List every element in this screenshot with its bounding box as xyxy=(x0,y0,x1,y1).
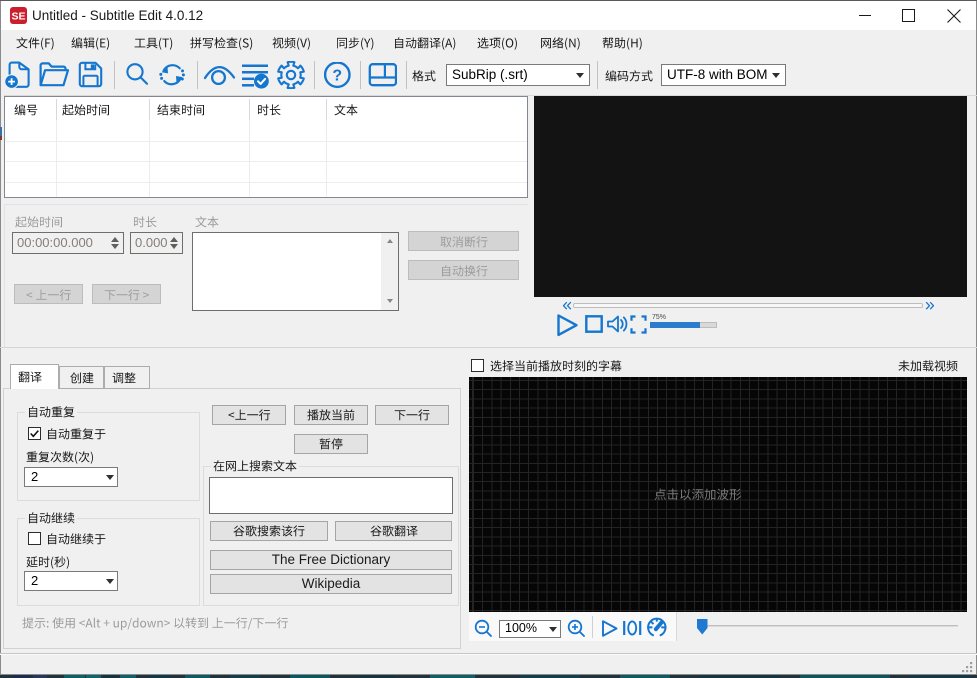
svg-text:?: ? xyxy=(332,68,342,85)
svg-text:SE: SE xyxy=(11,11,25,23)
